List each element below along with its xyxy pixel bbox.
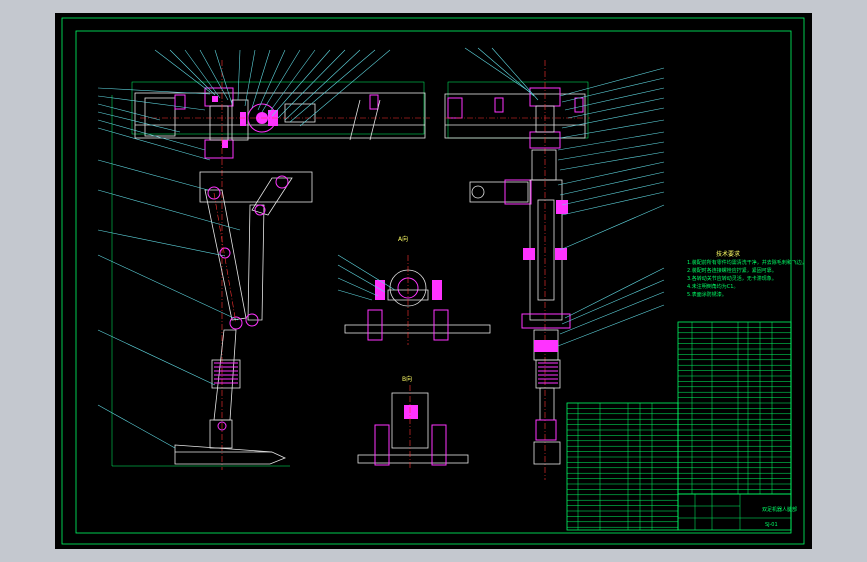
drawing-sheet: A向 B向 技术要求 1.装配前所有零件均需清洗干净，并去除毛刺和飞边。 2.装… [55,13,812,549]
technical-notes: 技术要求 1.装配前所有零件均需清洗干净，并去除毛刺和飞边。 2.装配时各连接螺… [687,250,807,298]
side-view [444,60,590,480]
cad-drawing: A向 B向 技术要求 1.装配前所有零件均需清洗干净，并去除毛刺和飞边。 2.装… [61,17,807,545]
parts-list-lower-rows [567,408,678,528]
front-view [111,60,430,470]
note-3: 3.各转动关节应转动灵活，无卡滞现象。 [687,275,777,282]
note-2: 2.装配时各连接螺栓应拧紧，紧固可靠。 [687,267,777,274]
left-leaders [97,49,391,449]
view-a: A向 [337,235,491,345]
right-leaders [464,47,665,347]
view-b: B向 [357,375,469,470]
view-a-label: A向 [398,235,408,243]
title-block: 双足机器人腿部 SJ-01 [677,493,797,531]
note-4: 4.未注明倒角均为C1。 [687,283,738,290]
notes-title: 技术要求 [716,250,740,258]
view-b-label: B向 [402,375,412,383]
parts-list-upper [677,321,792,495]
drawing-number: SJ-01 [765,522,778,528]
note-1: 1.装配前所有零件均需清洗干净，并去除毛刺和飞边。 [687,259,807,266]
title-block-name: 双足机器人腿部 [762,506,797,513]
parts-list-upper-rows [678,327,791,490]
note-5: 5.表面涂防锈漆。 [687,291,727,298]
